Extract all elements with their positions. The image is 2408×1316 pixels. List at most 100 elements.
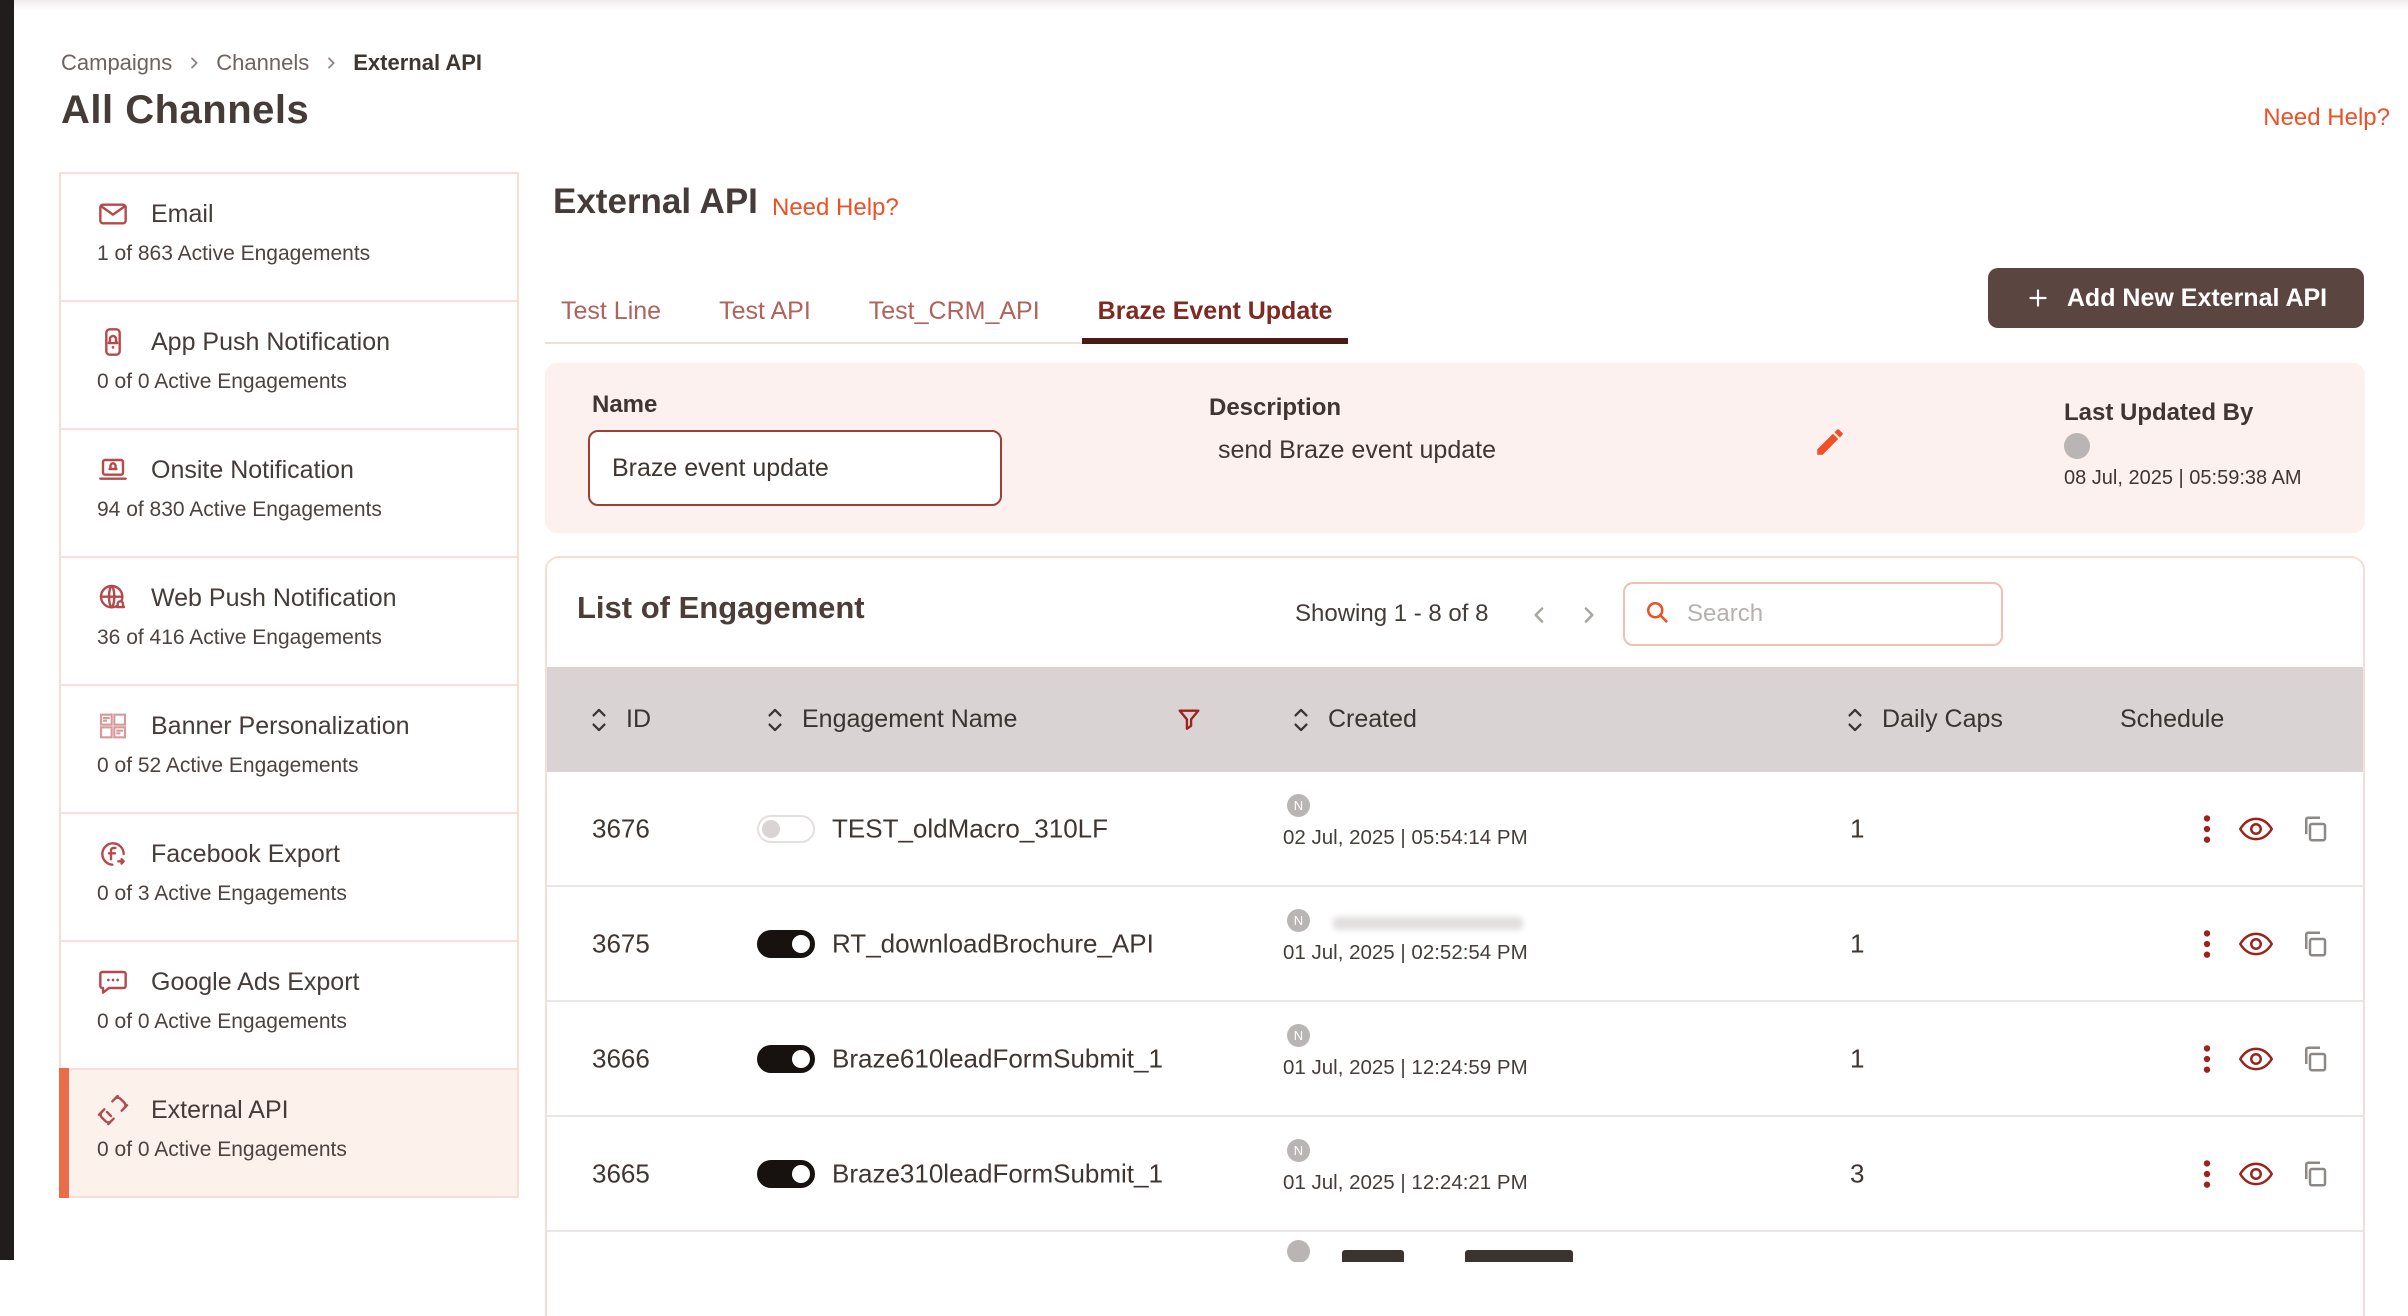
description-value: send Braze event update	[1218, 436, 1496, 465]
row-id: 3675	[592, 928, 650, 959]
view-eye-icon[interactable]	[2238, 1045, 2274, 1073]
breadcrumb-channels[interactable]: Channels	[216, 50, 309, 76]
edit-pencil-icon[interactable]	[1813, 425, 1847, 459]
table-body: 3676 TEST_oldMacro_310LF N 02 Jul, 2025 …	[547, 772, 2363, 1262]
avatar	[1287, 1240, 1310, 1262]
sidebar-item-banner-personalization[interactable]: Banner Personalization 0 of 52 Active En…	[59, 684, 519, 814]
breadcrumb: Campaigns Channels External API	[61, 50, 482, 76]
banner-icon	[97, 710, 129, 742]
row-daily-caps: 1	[1850, 813, 1864, 844]
chevron-right-icon	[186, 55, 202, 71]
sidebar-item-app-push[interactable]: App Push Notification 0 of 0 Active Enga…	[59, 300, 519, 430]
onsite-notification-icon	[97, 454, 129, 486]
web-push-icon	[97, 582, 129, 614]
row-menu-icon[interactable]	[2202, 1042, 2212, 1076]
list-title: List of Engagement	[577, 590, 865, 626]
app-push-icon	[97, 326, 129, 358]
sidebar-item-email[interactable]: Email 1 of 863 Active Engagements	[59, 172, 519, 302]
name-input[interactable]	[588, 430, 1002, 506]
sidebar-item-count: 0 of 3 Active Engagements	[97, 882, 497, 906]
row-created: 01 Jul, 2025 | 12:24:59 PM	[1283, 1056, 1528, 1080]
search-box	[1623, 582, 2003, 646]
row-engagement-name: RT_downloadBrochure_API	[832, 928, 1154, 959]
channels-sidebar: Email 1 of 863 Active Engagements App Pu…	[59, 172, 519, 1198]
sidebar-item-count: 94 of 830 Active Engagements	[97, 498, 497, 522]
row-menu-icon[interactable]	[2202, 812, 2212, 846]
name-label: Name	[592, 391, 657, 419]
chevron-right-icon	[323, 55, 339, 71]
avatar: N	[1287, 1139, 1310, 1162]
sort-engagement-name-icon[interactable]	[764, 705, 786, 735]
row-created: 01 Jul, 2025 | 02:52:54 PM	[1283, 941, 1528, 965]
row-menu-icon[interactable]	[2202, 927, 2212, 961]
tab-test-api[interactable]: Test API	[703, 282, 827, 342]
sidebar-item-web-push[interactable]: Web Push Notification 36 of 416 Active E…	[59, 556, 519, 686]
tab-test-crm-api[interactable]: Test_CRM_API	[853, 282, 1056, 342]
sidebar-item-count: 0 of 0 Active Engagements	[97, 370, 497, 394]
row-engagement-name: Braze610leadFormSubmit_1	[832, 1043, 1163, 1074]
sidebar-item-label: App Push Notification	[151, 328, 390, 357]
partial-row-name-fragment	[1342, 1250, 1404, 1262]
top-sheen	[14, 0, 2408, 10]
need-help-link-section[interactable]: Need Help?	[772, 194, 899, 222]
sort-daily-caps-icon[interactable]	[1844, 705, 1866, 735]
copy-icon[interactable]	[2300, 1159, 2330, 1189]
page-title: All Channels	[61, 88, 309, 133]
sort-created-icon[interactable]	[1290, 705, 1312, 735]
avatar: N	[1287, 1024, 1310, 1047]
breadcrumb-campaigns[interactable]: Campaigns	[61, 50, 172, 76]
copy-icon[interactable]	[2300, 1044, 2330, 1074]
sort-id-icon[interactable]	[588, 705, 610, 735]
partial-row-name-fragment	[1465, 1250, 1573, 1262]
row-enabled-toggle[interactable]	[757, 930, 815, 958]
row-menu-icon[interactable]	[2202, 1157, 2212, 1191]
email-icon	[97, 198, 129, 230]
tab-braze-event-update[interactable]: Braze Event Update	[1082, 282, 1349, 342]
view-eye-icon[interactable]	[2238, 1160, 2274, 1188]
sidebar-item-count: 0 of 0 Active Engagements	[97, 1010, 497, 1034]
sidebar-item-count: 36 of 416 Active Engagements	[97, 626, 497, 650]
row-daily-caps: 1	[1850, 928, 1864, 959]
row-daily-caps: 3	[1850, 1158, 1864, 1189]
copy-icon[interactable]	[2300, 814, 2330, 844]
sidebar-item-facebook-export[interactable]: Facebook Export 0 of 3 Active Engagement…	[59, 812, 519, 942]
redacted-name	[1333, 917, 1523, 930]
row-enabled-toggle[interactable]	[757, 1045, 815, 1073]
tab-test-line[interactable]: Test Line	[545, 282, 677, 342]
section-title: External API	[553, 182, 758, 222]
row-enabled-toggle[interactable]	[757, 1160, 815, 1188]
sidebar-item-onsite-notification[interactable]: Onsite Notification 94 of 830 Active Eng…	[59, 428, 519, 558]
api-details-panel: Name Description send Braze event update…	[545, 363, 2365, 533]
avatar: N	[1287, 909, 1310, 932]
row-id: 3666	[592, 1043, 650, 1074]
add-new-external-api-button[interactable]: Add New External API	[1988, 268, 2364, 328]
sidebar-item-google-ads-export[interactable]: Google Ads Export 0 of 0 Active Engageme…	[59, 940, 519, 1070]
row-engagement-name: Braze310leadFormSubmit_1	[832, 1158, 1163, 1189]
column-header-id: ID	[626, 705, 651, 734]
pagination-next-icon[interactable]	[1575, 602, 1605, 632]
copy-icon[interactable]	[2300, 929, 2330, 959]
filter-icon[interactable]	[1175, 667, 1209, 772]
search-input[interactable]	[1685, 599, 1983, 629]
row-enabled-toggle[interactable]	[757, 815, 815, 843]
sidebar-item-external-api[interactable]: External API 0 of 0 Active Engagements	[59, 1068, 519, 1198]
table-row: 3666 Braze610leadFormSubmit_1 N 01 Jul, …	[547, 1002, 2363, 1117]
sidebar-item-label: Web Push Notification	[151, 584, 397, 613]
last-updated-label: Last Updated By	[2064, 399, 2253, 427]
sidebar-item-label: Facebook Export	[151, 840, 340, 869]
sidebar-item-label: Email	[151, 200, 214, 229]
table-row: 3665 Braze310leadFormSubmit_1 N 01 Jul, …	[547, 1117, 2363, 1232]
view-eye-icon[interactable]	[2238, 815, 2274, 843]
facebook-icon	[97, 838, 129, 870]
sidebar-item-count: 0 of 0 Active Engagements	[97, 1138, 497, 1162]
need-help-link-top[interactable]: Need Help?	[2263, 104, 2390, 132]
view-eye-icon[interactable]	[2238, 930, 2274, 958]
row-daily-caps: 1	[1850, 1043, 1864, 1074]
table-header: ID Engagement Name Created Daily Caps Sc…	[547, 667, 2363, 772]
pagination-prev-icon[interactable]	[1527, 602, 1557, 632]
sidebar-item-label: External API	[151, 1096, 289, 1125]
breadcrumb-external-api: External API	[353, 50, 482, 76]
table-row: 3676 TEST_oldMacro_310LF N 02 Jul, 2025 …	[547, 772, 2363, 887]
row-created: 02 Jul, 2025 | 05:54:14 PM	[1283, 826, 1528, 850]
window-edge-strip	[0, 0, 14, 1260]
